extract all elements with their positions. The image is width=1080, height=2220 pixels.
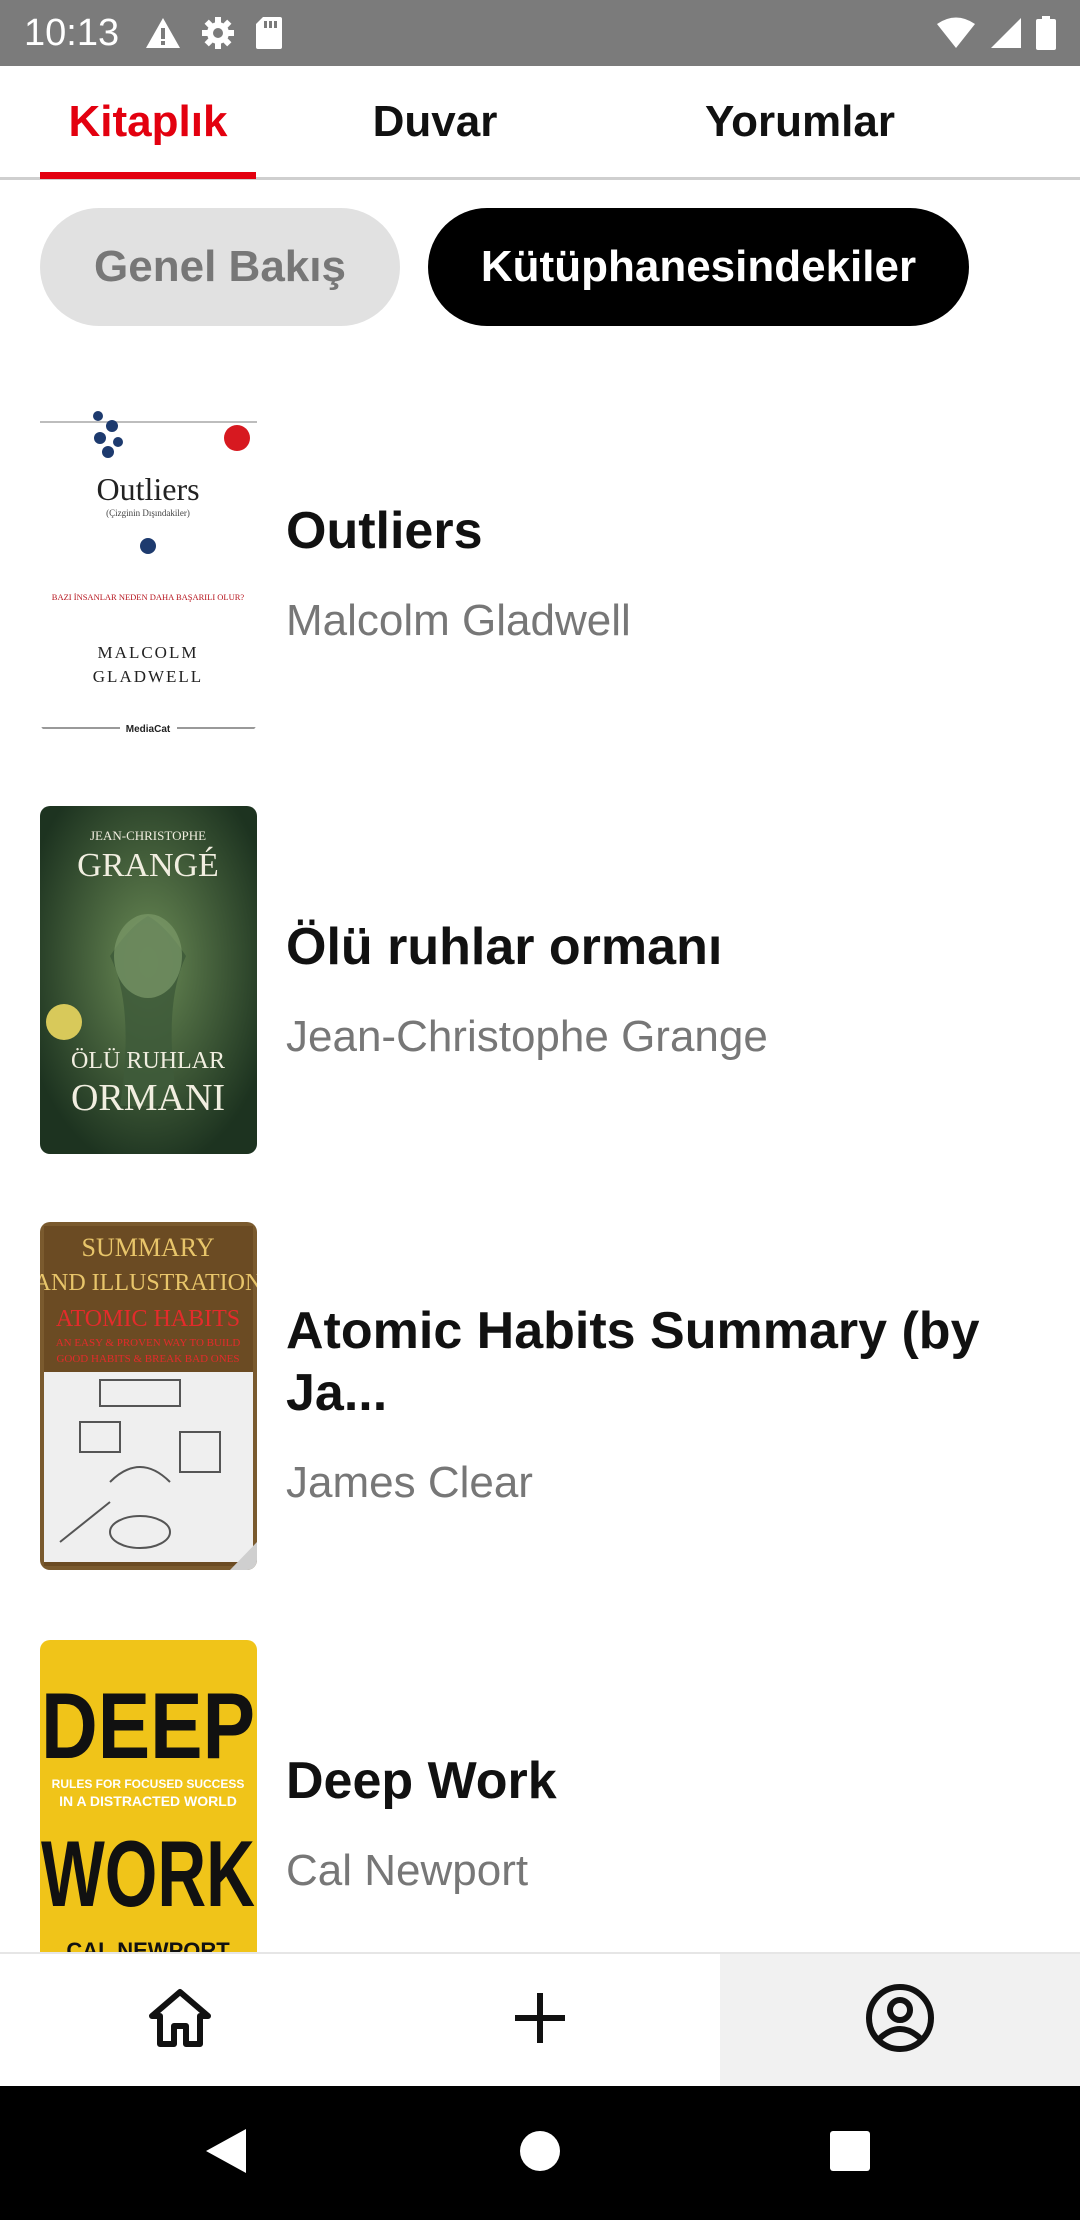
sd-card-icon	[255, 16, 283, 50]
cover-deep-word: DEEP	[41, 1673, 255, 1778]
book-author: James Clear	[286, 1458, 533, 1507]
book-author: Cal Newport	[286, 1846, 529, 1895]
status-icons-left	[145, 16, 283, 50]
tab-kitaplik[interactable]: Kitaplık	[40, 66, 256, 179]
cover-deep-author: CAL NEWPORT	[66, 1938, 230, 1952]
cover-outliers-publisher: MediaCat	[126, 724, 171, 732]
battery-icon	[1036, 16, 1056, 50]
back-icon	[204, 2127, 248, 2180]
book-item-deep-work[interactable]: DEEP RULES FOR FOCUSED SUCCESS IN A DIST…	[0, 1640, 1080, 1952]
home-icon	[148, 1988, 212, 2053]
gear-icon	[201, 16, 235, 50]
book-title: Outliers	[286, 502, 483, 560]
book-title: Ölü ruhlar ormanı	[286, 918, 723, 976]
recents-icon	[830, 2130, 870, 2176]
top-tab-bar: Kitaplık Duvar Yorumlar	[0, 66, 1080, 180]
book-item-atomic-habits[interactable]: SUMMARY AND ILLUSTRATION ATOMIC HABITS A…	[0, 1222, 1080, 1572]
tab-active-indicator	[40, 172, 256, 179]
book-cover-atomic-habits[interactable]: SUMMARY AND ILLUSTRATION ATOMIC HABITS A…	[40, 1222, 257, 1570]
home-circle-icon	[519, 2130, 561, 2177]
tab-yorumlar-label: Yorumlar	[705, 96, 895, 146]
chip-kutuphanesindekiler-label: Kütüphanesindekiler	[480, 242, 917, 291]
book-item-olu-ruhlar-ormani[interactable]: JEAN-CHRISTOPHE GRANGÉ ÖLÜ RUHLAR ORMANI…	[0, 806, 1080, 1156]
cover-outliers-subtitle: (Çizginin Dışındakiler)	[106, 508, 190, 518]
cover-deep-tagline1: RULES FOR FOCUSED SUCCESS	[52, 1777, 245, 1791]
cover-atomic-title: ATOMIC HABITS	[56, 1306, 240, 1332]
book-cover-olu-ruhlar-art: JEAN-CHRISTOPHE GRANGÉ ÖLÜ RUHLAR ORMANI	[40, 806, 257, 1154]
nav-profile-button[interactable]	[720, 1954, 1080, 2086]
cover-grange-title1: ÖLÜ RUHLAR	[71, 1048, 225, 1074]
cover-deep-tagline2: IN A DISTRACTED WORLD	[59, 1793, 237, 1809]
book-author: Jean-Christophe Grange	[286, 1012, 768, 1061]
book-cover-olu-ruhlar-ormani[interactable]: JEAN-CHRISTOPHE GRANGÉ ÖLÜ RUHLAR ORMANI	[40, 806, 257, 1154]
cover-outliers-author2: GLADWELL	[93, 667, 203, 686]
signal-icon	[990, 17, 1022, 49]
wifi-icon	[936, 17, 976, 49]
profile-icon	[865, 1983, 935, 2058]
cover-grange-title2: ORMANI	[71, 1077, 225, 1119]
cover-grange-author: JEAN-CHRISTOPHE	[90, 828, 206, 843]
status-icons-right	[936, 16, 1056, 50]
cover-outliers-title: Outliers	[96, 471, 199, 507]
book-title: Deep Work	[286, 1752, 557, 1810]
book-cover-atomic-habits-art: SUMMARY AND ILLUSTRATION ATOMIC HABITS A…	[40, 1222, 257, 1570]
book-cover-outliers-art: Outliers (Çizginin Dışındakiler) BAZI İN…	[40, 408, 257, 732]
book-cover-deep-work-art: DEEP RULES FOR FOCUSED SUCCESS IN A DIST…	[40, 1640, 257, 1952]
cover-atomic-tagline1: AN EASY & PROVEN WAY TO BUILD	[56, 1337, 241, 1349]
system-navigation-bar	[0, 2086, 1080, 2220]
chip-genel-bakis-label: Genel Bakış	[94, 242, 346, 291]
cover-outliers-author1: MALCOLM	[98, 643, 199, 662]
book-author: Malcolm Gladwell	[286, 596, 631, 645]
tab-duvar-label: Duvar	[372, 96, 498, 146]
chip-kutuphanesindekiler[interactable]: Kütüphanesindekiler	[428, 208, 969, 326]
system-recents-button[interactable]	[770, 2086, 930, 2220]
cover-work-word: WORK	[41, 1821, 255, 1926]
system-home-button[interactable]	[460, 2086, 620, 2220]
system-back-button[interactable]	[146, 2086, 306, 2220]
book-list: Outliers (Çizginin Dışındakiler) BAZI İN…	[0, 390, 1080, 1952]
book-cover-outliers[interactable]: Outliers (Çizginin Dışındakiler) BAZI İN…	[40, 400, 257, 732]
tab-duvar[interactable]: Duvar	[330, 66, 540, 177]
book-item-outliers[interactable]: Outliers (Çizginin Dışındakiler) BAZI İN…	[0, 390, 1080, 740]
bottom-navigation	[0, 1952, 1080, 2086]
cover-grange-name: GRANGÉ	[77, 847, 219, 884]
tab-kitaplik-label: Kitaplık	[68, 96, 228, 146]
cover-atomic-and-illustration: AND ILLUSTRATION	[40, 1270, 257, 1296]
status-bar: 10:13	[0, 0, 1080, 66]
tab-yorumlar[interactable]: Yorumlar	[680, 66, 920, 177]
book-title: Atomic Habits Summary (by Ja...	[286, 1302, 980, 1422]
nav-add-button[interactable]	[360, 1954, 720, 2086]
cover-atomic-tagline2: GOOD HABITS & BREAK BAD ONES	[56, 1353, 239, 1365]
book-cover-deep-work[interactable]: DEEP RULES FOR FOCUSED SUCCESS IN A DIST…	[40, 1640, 257, 1952]
nav-home-button[interactable]	[0, 1954, 360, 2086]
warning-icon	[145, 17, 181, 49]
chip-genel-bakis[interactable]: Genel Bakış	[40, 208, 400, 326]
status-time: 10:13	[24, 11, 120, 54]
cover-atomic-summary: SUMMARY	[82, 1233, 215, 1262]
cover-outliers-tagline: BAZI İNSANLAR NEDEN DAHA BAŞARILI OLUR?	[52, 592, 245, 602]
plus-icon	[513, 1991, 567, 2050]
